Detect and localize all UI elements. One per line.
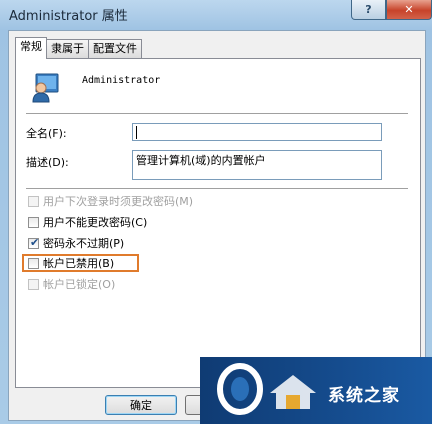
window-controls: ? ✕ [351, 0, 432, 20]
checkbox-box [28, 195, 39, 207]
checkbox-box [28, 278, 39, 290]
properties-window: Administrator 属性 ? ✕ 常规 隶属于 配置文件 Adminis… [0, 0, 432, 424]
divider [26, 113, 408, 115]
title-bar[interactable]: Administrator 属性 ? ✕ [0, 0, 432, 28]
checkmark-icon: ✔ [30, 235, 40, 249]
checkbox-box: ✔ [28, 235, 40, 249]
account-locked-checkbox[interactable]: 帐户已锁定(O) [28, 276, 115, 292]
close-button[interactable]: ✕ [386, 0, 432, 20]
tab-member-of[interactable]: 隶属于 [46, 39, 89, 58]
home-icon [270, 375, 316, 409]
tab-general[interactable]: 常规 [15, 37, 47, 59]
cannot-change-password-checkbox[interactable]: 用户不能更改密码(C) [28, 214, 147, 230]
text-caret [136, 125, 137, 139]
general-tab-panel: Administrator 全名(F): 描述(D): 管理计算机(域)的内置帐… [15, 58, 421, 388]
tab-strip: 常规 隶属于 配置文件 [15, 37, 142, 59]
divider [26, 188, 408, 190]
help-button[interactable]: ? [351, 0, 386, 20]
checkbox-box [28, 216, 39, 228]
tab-profile[interactable]: 配置文件 [88, 39, 142, 58]
ok-button[interactable]: 确定 [105, 395, 177, 415]
fullname-label: 全名(F): [26, 127, 67, 140]
account-disabled-checkbox[interactable]: 帐户已禁用(B) [28, 255, 114, 271]
checkbox-box [28, 257, 39, 269]
system-home-logo-icon [217, 363, 263, 415]
description-label: 描述(D): [26, 156, 69, 169]
description-field[interactable]: 管理计算机(域)的内置帐户 [132, 150, 382, 180]
window-title: Administrator 属性 [9, 9, 128, 24]
fullname-field[interactable] [132, 123, 382, 141]
password-never-expires-checkbox[interactable]: ✔ 密码永不过期(P) [28, 235, 124, 251]
account-name: Administrator [82, 75, 161, 86]
must-change-password-checkbox[interactable]: 用户下次登录时须更改密码(M) [28, 193, 193, 209]
watermark-text: 系统之家 [328, 386, 400, 406]
watermark-banner: 系统之家 [200, 357, 432, 424]
user-account-icon [32, 73, 59, 103]
